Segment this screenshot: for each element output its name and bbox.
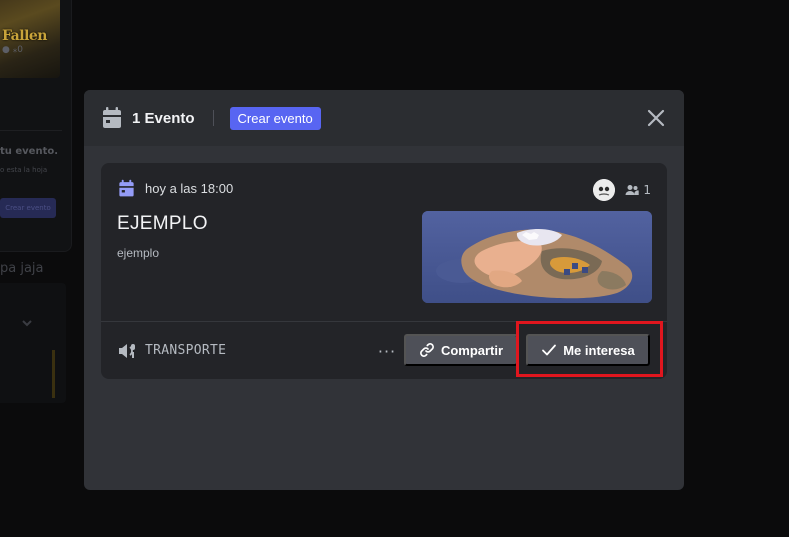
interested-button[interactable]: Me interesa bbox=[526, 334, 650, 366]
avatar[interactable] bbox=[593, 179, 616, 201]
background-create-button: Crear evento bbox=[0, 198, 56, 218]
background-mini-icons: ● ⁎0 bbox=[2, 45, 23, 55]
event-date-row: hoy a las 18:00 bbox=[117, 179, 233, 198]
event-host-row: 1 bbox=[593, 179, 651, 201]
events-modal: 1 Evento Crear evento hoy a las 18:00 1 … bbox=[84, 90, 684, 490]
stage-channel-icon bbox=[117, 341, 137, 361]
checkmark-icon bbox=[542, 344, 557, 356]
calendar-icon bbox=[117, 179, 136, 198]
background-accent-bar bbox=[52, 350, 55, 398]
more-options-button[interactable]: ··· bbox=[375, 339, 399, 363]
modal-header: 1 Evento Crear evento bbox=[84, 90, 684, 146]
background-panel bbox=[0, 283, 66, 403]
close-icon[interactable] bbox=[644, 106, 668, 130]
background-subtext: o esta la hoja bbox=[0, 166, 48, 174]
background-text: tu evento. bbox=[0, 146, 59, 157]
interested-count[interactable]: 1 bbox=[625, 183, 651, 197]
create-event-button[interactable]: Crear evento bbox=[229, 106, 321, 130]
background-thumbnail: Fallen ● ⁎0 bbox=[0, 0, 60, 78]
calendar-icon bbox=[100, 106, 124, 130]
background-heading: pa jaja bbox=[0, 261, 44, 276]
event-location: TRANSPORTE bbox=[145, 343, 227, 358]
event-card-top: hoy a las 18:00 1 EJEMPLO ejemplo bbox=[101, 163, 667, 321]
chevron-down-icon bbox=[20, 316, 34, 334]
background-divider bbox=[0, 130, 62, 131]
event-cover-image bbox=[422, 211, 652, 303]
app-background: Fallen ● ⁎0 tu evento. o esta la hoja Cr… bbox=[0, 0, 789, 537]
interested-count-value: 1 bbox=[643, 183, 651, 197]
event-description: ejemplo bbox=[117, 246, 160, 260]
interested-button-label: Me interesa bbox=[563, 342, 635, 358]
people-icon bbox=[625, 185, 640, 195]
header-separator bbox=[212, 110, 214, 126]
event-date: hoy a las 18:00 bbox=[145, 181, 234, 196]
event-title: EJEMPLO bbox=[117, 213, 208, 234]
event-card[interactable]: hoy a las 18:00 1 EJEMPLO ejemplo TRANSP… bbox=[101, 163, 667, 379]
event-card-footer: TRANSPORTE ··· Compartir Me interesa bbox=[101, 322, 667, 379]
background-thumbnail-logo: Fallen bbox=[2, 28, 47, 44]
link-icon bbox=[420, 343, 434, 357]
share-button-label: Compartir bbox=[440, 342, 504, 358]
share-button[interactable]: Compartir bbox=[404, 334, 518, 366]
modal-title: 1 Evento bbox=[132, 109, 195, 127]
